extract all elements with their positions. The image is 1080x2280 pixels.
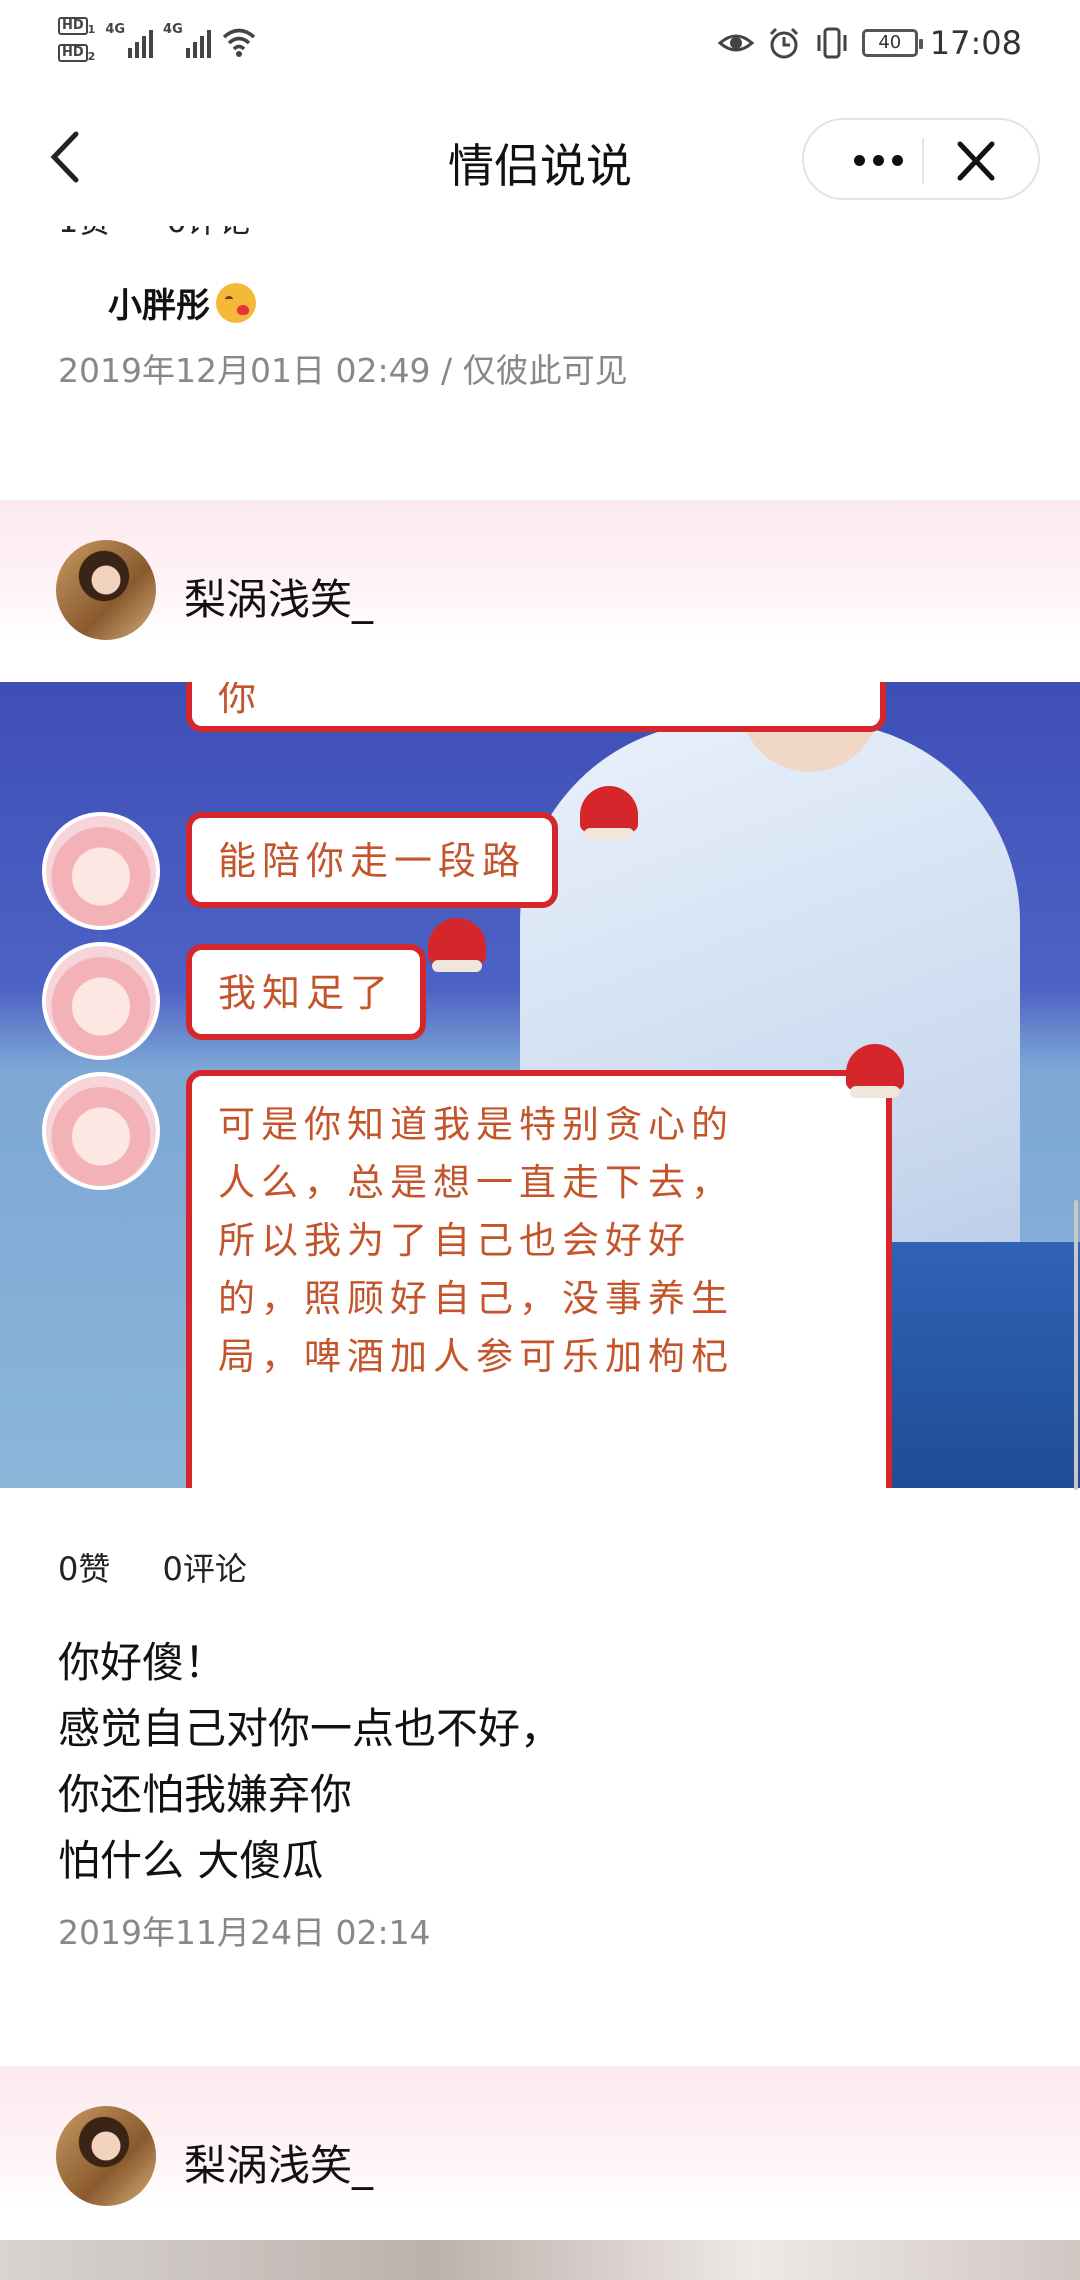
- battery-level: 40: [878, 32, 902, 53]
- signal-bar: [206, 30, 211, 58]
- post-author-header[interactable]: 梨涡浅笑_: [0, 2066, 1080, 2206]
- signal-bar: [128, 48, 133, 58]
- hd1-label: HD: [58, 17, 88, 35]
- feed: 1赞 0评论 小胖彤 2019年12月01日 02:49 / 仅彼此可见 梨涡浅…: [0, 226, 1080, 2280]
- signal-bar: [192, 42, 197, 58]
- post-meta: 2019年12月01日 02:49 / 仅彼此可见: [58, 351, 628, 390]
- post-stats-cut: 1赞 0评论: [58, 226, 297, 242]
- chat-avatar: [42, 942, 160, 1060]
- status-bar: HD 1 HD 2 4G 4G 40 17:08: [0, 0, 1080, 92]
- post-text: 小胖彤: [108, 278, 256, 327]
- post-image-cut[interactable]: [0, 2240, 1080, 2280]
- post-line: 感觉自己对你一点也不好，: [58, 1704, 563, 1753]
- alarm-icon: [769, 27, 798, 59]
- like-count[interactable]: 0赞: [58, 1550, 110, 1588]
- bubble-line: 可是你知道我是特别贪心的: [218, 1103, 734, 1146]
- more-dots-icon[interactable]: [834, 120, 922, 200]
- signal-bar: [149, 30, 154, 58]
- author-name[interactable]: 梨涡浅笑_: [184, 566, 373, 627]
- post-image[interactable]: 你 能陪你走一段路 我知足了 可是你知道我是特别贪心的 人么，总是想一直走下去，…: [0, 682, 1080, 1488]
- hd2-label: HD: [58, 44, 88, 62]
- scrollbar[interactable]: [1074, 1200, 1078, 1490]
- network-type-2: 4G: [163, 22, 183, 37]
- chat-bubble: 你: [186, 682, 886, 732]
- author-name[interactable]: 梨涡浅笑_: [184, 2132, 373, 2193]
- post-stats: 0赞 0评论: [58, 1544, 289, 1590]
- chat-avatar: [42, 1072, 160, 1190]
- image-jeans: [860, 1242, 1080, 1488]
- post-author-header[interactable]: 梨涡浅笑_: [0, 500, 1080, 640]
- signal-bar: [142, 36, 147, 58]
- post-body: 你好傻！ 感觉自己对你一点也不好， 你还怕我嫌弃你 怕什么 大傻瓜: [58, 1630, 562, 1894]
- like-count[interactable]: 1赞: [58, 226, 110, 240]
- hd1-sub: 1: [87, 23, 96, 37]
- nav-bar: 情侣说说: [0, 92, 1080, 226]
- comment-count[interactable]: 0评论: [163, 1550, 247, 1588]
- bubble-line: 的，照顾好自己，没事养生: [218, 1277, 734, 1320]
- post-line: 你好傻！: [58, 1638, 227, 1687]
- mini-program-capsule: [802, 118, 1040, 200]
- wifi-icon: [222, 28, 255, 57]
- chat-bubble-long: 可是你知道我是特别贪心的 人么，总是想一直走下去， 所以我为了自己也会好好 的，…: [186, 1070, 892, 1488]
- bubble-text: 你: [218, 682, 263, 719]
- close-icon[interactable]: [952, 138, 1000, 184]
- capsule-divider: [922, 138, 924, 184]
- signal-icon: 4G: [105, 14, 154, 58]
- status-left: HD 1 HD 2 4G 4G: [58, 14, 257, 68]
- signal-bar: [135, 42, 140, 58]
- hd2-indicator: HD 2: [58, 41, 95, 68]
- avatar[interactable]: [56, 2106, 156, 2206]
- hd-indicators: HD 1 HD 2: [58, 14, 95, 68]
- battery-icon: 40: [861, 29, 923, 57]
- signal-bar: [199, 36, 204, 58]
- bubble-text: 我知足了: [218, 971, 395, 1015]
- signal-bar: [185, 48, 190, 58]
- post-line: 你还怕我嫌弃你: [58, 1770, 353, 1819]
- avatar[interactable]: [56, 540, 156, 640]
- chat-bubble: 我知足了: [186, 944, 427, 1040]
- clock: 17:08: [929, 24, 1022, 62]
- chat-avatar: [42, 812, 160, 930]
- post-meta: 2019年11月24日 02:14: [58, 1913, 431, 1952]
- bubble-line: 人么，总是想一直走下去，: [218, 1161, 734, 1204]
- bubble-line: 所以我为了自己也会好好: [218, 1219, 691, 1262]
- hd2-sub: 2: [87, 50, 96, 64]
- status-right: 40 17:08: [717, 24, 1022, 62]
- post-line: 怕什么 大傻瓜: [58, 1836, 324, 1885]
- hd1-indicator: HD 1: [58, 14, 95, 41]
- comment-count[interactable]: 0评论: [167, 226, 251, 240]
- post-text-content: 小胖彤: [108, 286, 210, 326]
- chat-bubble: 能陪你走一段路: [186, 812, 559, 908]
- network-type-1: 4G: [105, 22, 126, 37]
- eye-icon: [717, 34, 754, 52]
- bubble-text: 能陪你走一段路: [218, 839, 527, 883]
- signal-icon: 4G: [163, 14, 211, 58]
- kiss-emoji-icon: [216, 282, 256, 323]
- vibrate-icon: [817, 27, 847, 59]
- bubble-line: 局，啤酒加人参可乐加枸杞: [218, 1335, 734, 1378]
